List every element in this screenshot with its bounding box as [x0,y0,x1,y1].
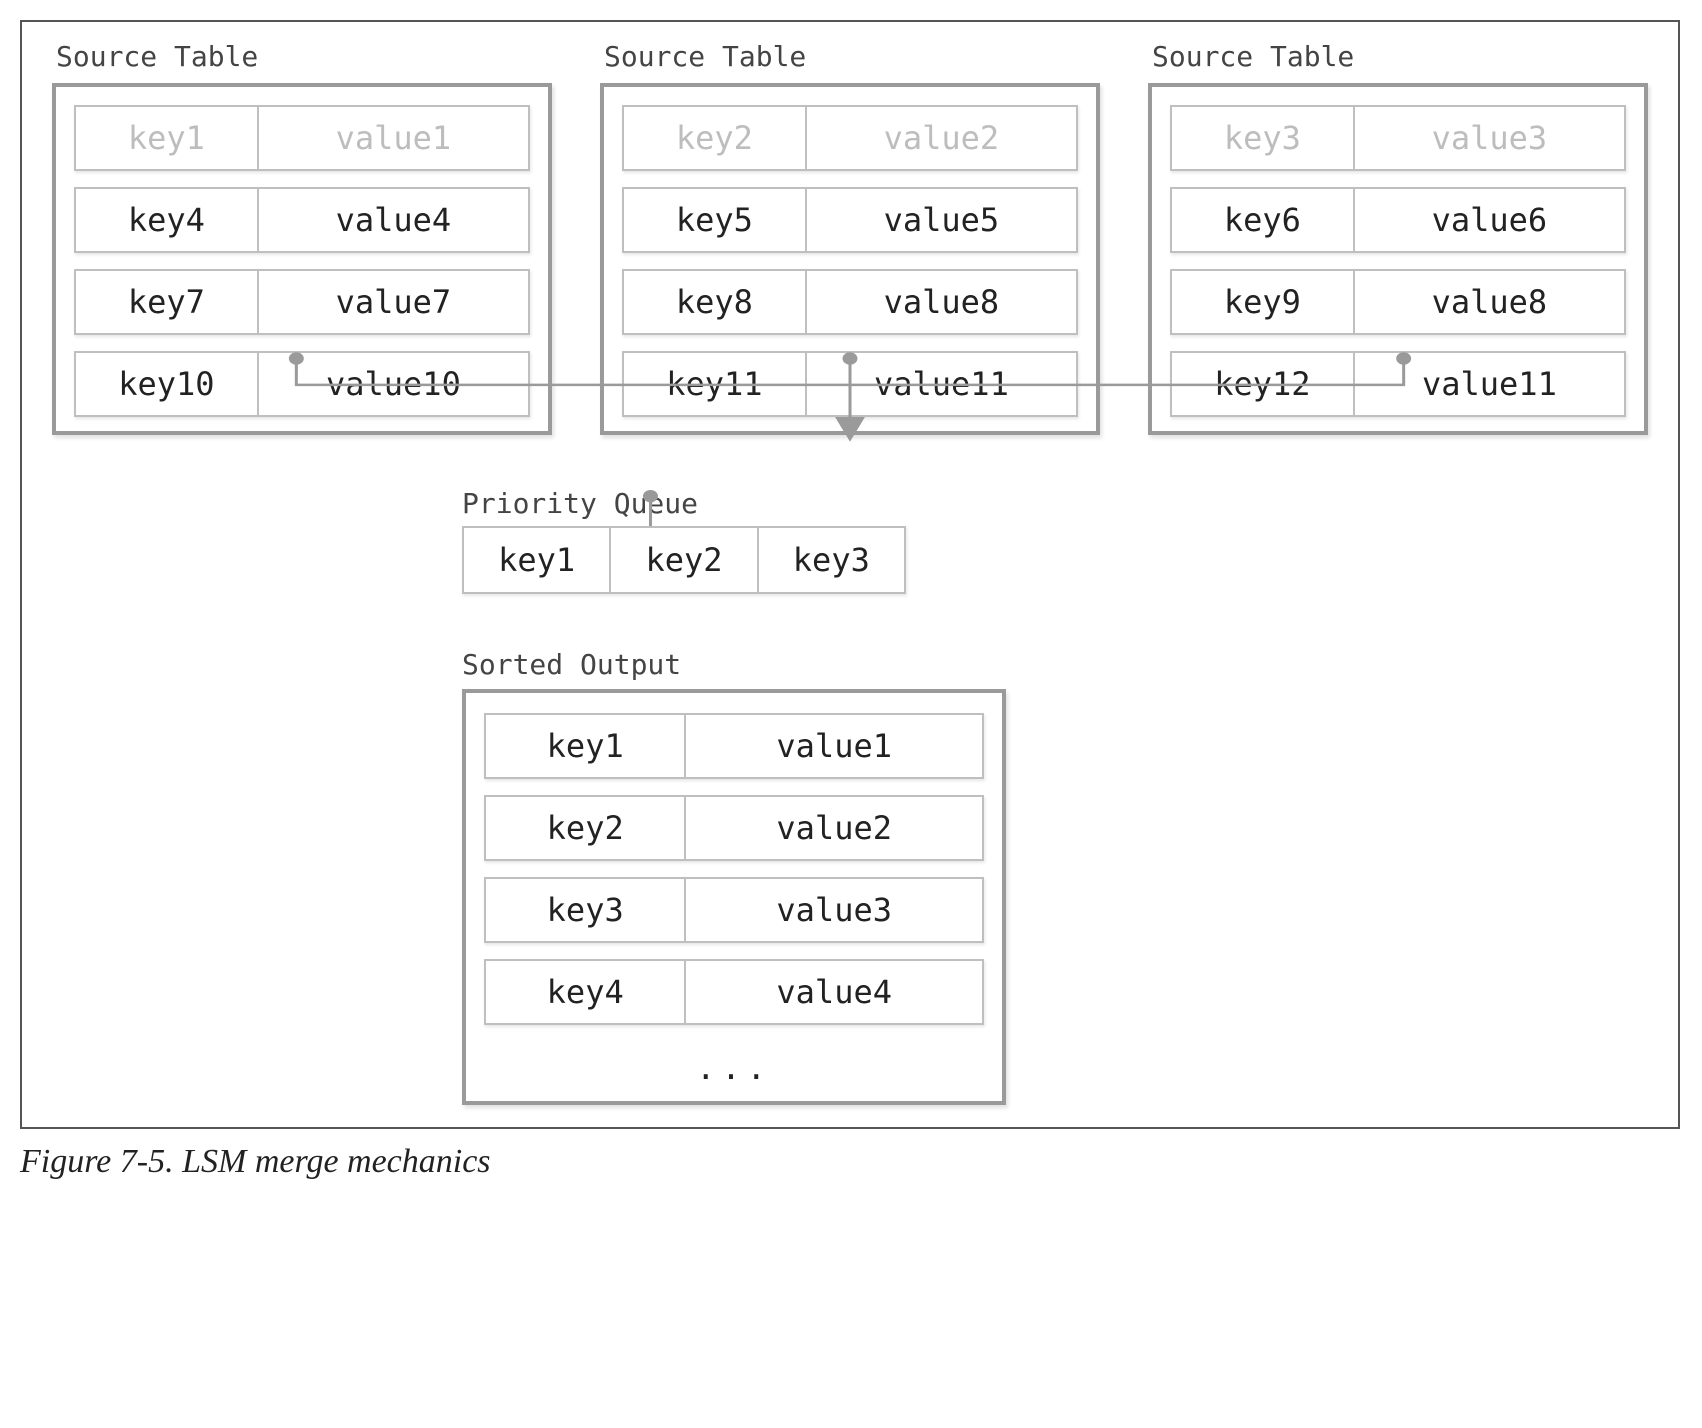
table-row: key10 value10 [74,351,530,417]
table-row: key8 value8 [622,269,1078,335]
table-row: key5 value5 [622,187,1078,253]
source-tables-row: Source Table key1 value1 key4 value4 key… [52,40,1648,435]
row-value: value10 [259,353,528,415]
table-row: key11 value11 [622,351,1078,417]
row-value: value5 [807,189,1076,251]
row-key: key2 [624,107,807,169]
sorted-output-title: Sorted Output [462,648,1648,681]
row-key: key1 [486,715,686,777]
row-key: key8 [624,271,807,333]
row-key: key10 [76,353,259,415]
pq-item: key3 [759,528,904,592]
table-row: key4 value4 [484,959,984,1025]
table-row: key4 value4 [74,187,530,253]
row-value: value7 [259,271,528,333]
row-key: key11 [624,353,807,415]
row-value: value11 [807,353,1076,415]
row-key: key3 [486,879,686,941]
table-row: key7 value7 [74,269,530,335]
row-key: key9 [1172,271,1355,333]
source-table-box: key1 value1 key4 value4 key7 value7 key1… [52,83,552,435]
row-value: value4 [259,189,528,251]
row-key: key4 [76,189,259,251]
table-row: key6 value6 [1170,187,1626,253]
source-table-box: key2 value2 key5 value5 key8 value8 key1… [600,83,1100,435]
row-key: key1 [76,107,259,169]
row-value: value3 [686,879,982,941]
sorted-output: key1 value1 key2 value2 key3 value3 key4… [462,689,1006,1105]
source-table-title: Source Table [1152,40,1648,73]
source-table-title: Source Table [604,40,1100,73]
pq-item: key2 [611,528,758,592]
row-value: value2 [686,797,982,859]
row-value: value2 [807,107,1076,169]
source-table-box: key3 value3 key6 value6 key9 value8 key1… [1148,83,1648,435]
row-key: key12 [1172,353,1355,415]
row-key: key6 [1172,189,1355,251]
source-table-1: Source Table key1 value1 key4 value4 key… [52,40,552,435]
row-key: key2 [486,797,686,859]
table-row: key2 value2 [484,795,984,861]
table-row: key1 value1 [484,713,984,779]
row-value: value1 [259,107,528,169]
row-value: value4 [686,961,982,1023]
row-key: key4 [486,961,686,1023]
table-row: key1 value1 [74,105,530,171]
row-value: value8 [1355,271,1624,333]
source-table-3: Source Table key3 value3 key6 value6 key… [1148,40,1648,435]
priority-queue-title: Priority Queue [462,487,1648,520]
figure-caption: Figure 7-5. LSM merge mechanics [20,1143,1682,1181]
row-value: value3 [1355,107,1624,169]
table-row: key9 value8 [1170,269,1626,335]
table-row: key2 value2 [622,105,1078,171]
priority-queue: key1 key2 key3 [462,526,906,594]
row-value: value8 [807,271,1076,333]
figure-frame: Source Table key1 value1 key4 value4 key… [20,20,1680,1129]
table-row: key3 value3 [484,877,984,943]
source-table-2: Source Table key2 value2 key5 value5 key… [600,40,1100,435]
source-table-title: Source Table [56,40,552,73]
row-key: key5 [624,189,807,251]
row-value: value6 [1355,189,1624,251]
row-value: value1 [686,715,982,777]
row-value: value11 [1355,353,1624,415]
row-key: key3 [1172,107,1355,169]
table-row: key3 value3 [1170,105,1626,171]
pq-item: key1 [464,528,611,592]
ellipsis: ... [484,1041,984,1091]
table-row: key12 value11 [1170,351,1626,417]
row-key: key7 [76,271,259,333]
